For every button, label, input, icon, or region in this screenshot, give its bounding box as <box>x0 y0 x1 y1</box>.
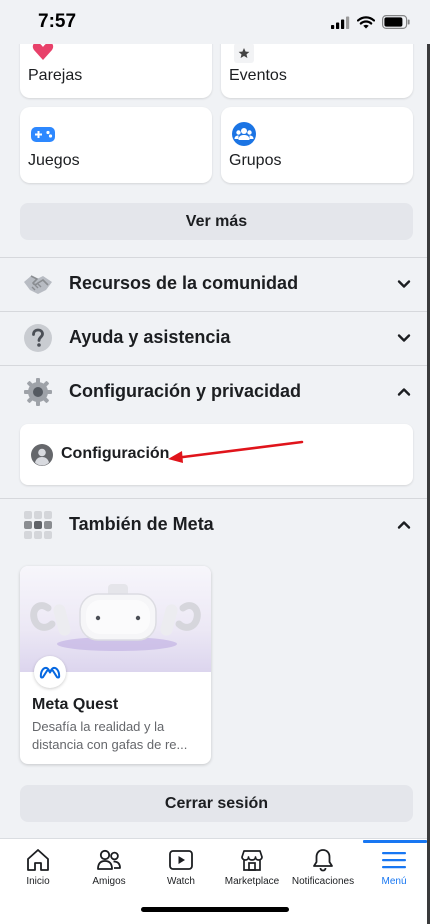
section-settings-privacy[interactable]: Configuración y privacidad <box>0 366 430 418</box>
shortcut-grupos[interactable]: Grupos <box>221 107 413 183</box>
handshake-icon <box>24 275 52 294</box>
home-icon <box>27 849 49 871</box>
meta-logo-icon <box>34 656 66 688</box>
logout-button[interactable]: Cerrar sesión <box>20 785 413 822</box>
meta-quest-title: Meta Quest <box>32 696 119 713</box>
shortcut-label: Parejas <box>28 67 83 84</box>
hamburger-menu-icon <box>382 852 406 869</box>
nav-watch[interactable]: Watch <box>145 839 217 899</box>
shortcut-label: Eventos <box>229 67 287 84</box>
nav-inicio[interactable]: Inicio <box>2 839 74 899</box>
shortcut-label: Grupos <box>229 152 282 169</box>
section-label: Ayuda y asistencia <box>69 327 231 347</box>
gamepad-icon <box>31 127 55 142</box>
section-label: Recursos de la comunidad <box>69 273 299 293</box>
nav-label: Menú <box>381 876 407 887</box>
status-bar: 7:57 <box>0 0 430 44</box>
annotation-arrow <box>168 440 304 463</box>
see-more-button[interactable]: Ver más <box>20 203 413 240</box>
nav-marketplace[interactable]: Marketplace <box>216 839 288 899</box>
chevron-down-icon <box>397 334 411 342</box>
chevron-up-icon <box>397 521 411 529</box>
friends-icon <box>97 849 121 870</box>
section-label: También de Meta <box>69 514 214 534</box>
nav-amigos[interactable]: Amigos <box>73 839 145 899</box>
signal-icon <box>331 16 350 29</box>
section-help[interactable]: Ayuda y asistencia <box>0 312 430 364</box>
status-icons <box>331 13 410 31</box>
section-label: Configuración y privacidad <box>69 381 302 401</box>
settings-label: Configuración <box>61 445 170 462</box>
marketplace-icon <box>241 850 263 871</box>
wifi-icon <box>357 15 375 28</box>
watch-video-icon <box>169 850 193 870</box>
nav-menu[interactable]: Menú <box>358 839 430 899</box>
nav-notificaciones[interactable]: Notificaciones <box>287 839 359 899</box>
meta-quest-card[interactable]: Meta Quest Desafía la realidad y la dist… <box>20 566 211 764</box>
groups-icon <box>232 122 256 146</box>
help-icon <box>24 324 52 352</box>
apps-grid-icon <box>24 511 52 539</box>
logout-label: Cerrar sesión <box>164 795 269 812</box>
status-time: 7:57 <box>38 11 77 32</box>
profile-icon <box>31 444 53 466</box>
battery-icon <box>382 15 410 29</box>
menu-screen: Parejas Eventos Juegos Grupos Ver más Re… <box>0 0 430 924</box>
shortcut-juegos[interactable]: Juegos <box>20 107 212 183</box>
chevron-down-icon <box>397 280 411 288</box>
meta-quest-description: Desafía la realidad y la distancia con g… <box>32 719 188 752</box>
shortcut-label: Juegos <box>28 152 80 169</box>
bell-icon <box>313 849 333 872</box>
gear-icon <box>24 378 52 406</box>
section-community-resources[interactable]: Recursos de la comunidad <box>0 258 430 310</box>
section-also-from-meta[interactable]: También de Meta <box>0 499 430 551</box>
chevron-up-icon <box>397 388 411 396</box>
see-more-label: Ver más <box>185 213 248 230</box>
home-indicator <box>141 907 289 912</box>
